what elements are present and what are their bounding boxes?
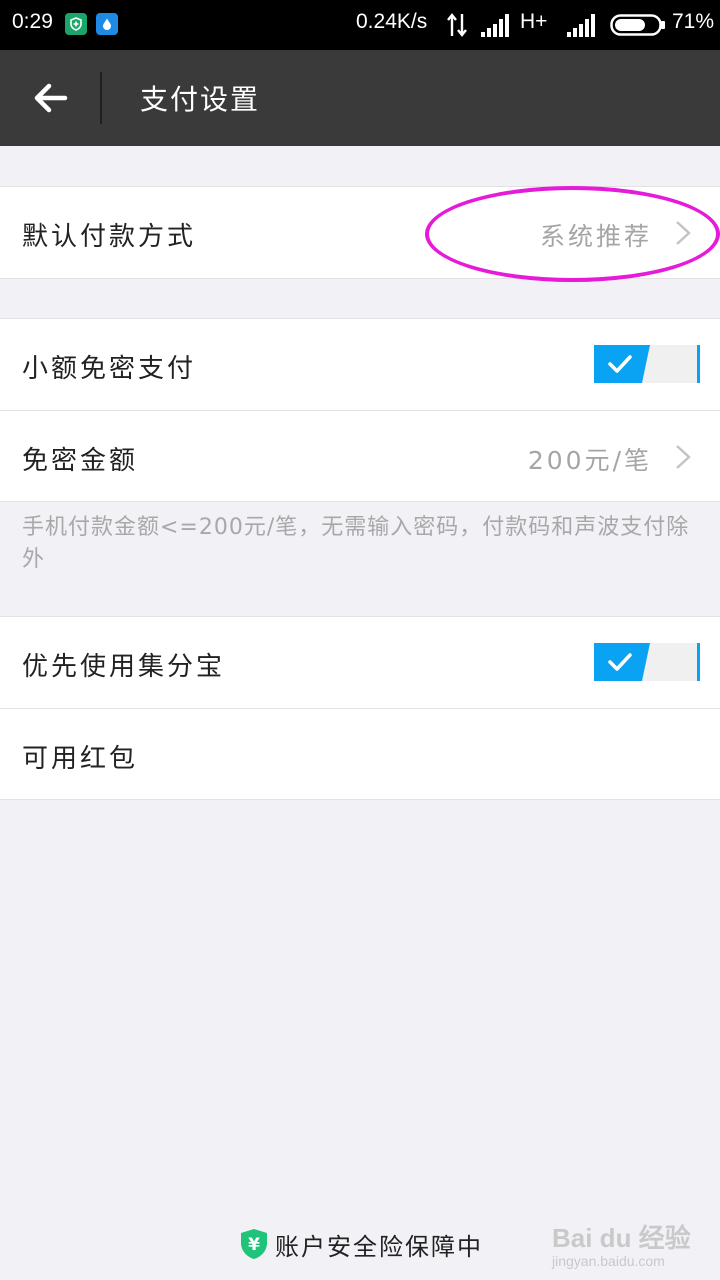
network-speed: 0.24K/s	[356, 10, 428, 33]
security-text: 账户安全险保障中	[275, 1232, 483, 1261]
default-payment-method-label: 默认付款方式	[22, 222, 197, 252]
free-amount-row[interactable]: 免密金额 200元/笔	[0, 410, 720, 501]
red-packet-label: 可用红包	[22, 744, 139, 774]
baidu-watermark: Bai du 经验 jingyan.baidu.com	[552, 1218, 691, 1269]
page-title: 支付设置	[140, 83, 261, 116]
prefer-jifenbao-toggle[interactable]	[594, 643, 700, 681]
battery-icon	[610, 14, 665, 36]
signal-strength-icon	[481, 14, 509, 37]
shield-yen-icon: ¥	[241, 1229, 267, 1259]
water-drop-app-icon	[96, 13, 118, 35]
small-amount-free-label: 小额免密支付	[22, 354, 197, 384]
preferences-group: 优先使用集分宝 可用红包	[0, 616, 720, 800]
default-payment-method-value: 系统推荐	[539, 222, 652, 251]
password-free-group: 小额免密支付 免密金额 200元/笔	[0, 318, 720, 502]
watermark-main: Bai du 经验	[552, 1223, 691, 1253]
header-divider	[100, 72, 102, 124]
data-transfer-icon	[447, 13, 467, 37]
back-arrow-icon	[34, 83, 68, 113]
small-amount-free-toggle[interactable]	[594, 345, 700, 383]
free-amount-label: 免密金额	[22, 446, 139, 476]
prefer-jifenbao-row: 优先使用集分宝	[0, 617, 720, 708]
password-free-note: 手机付款金额<=200元/笔，无需输入密码，付款码和声波支付除外	[22, 515, 690, 572]
app-header: 支付设置	[0, 50, 720, 146]
svg-text:¥: ¥	[248, 1235, 260, 1255]
red-packet-row[interactable]: 可用红包	[0, 708, 720, 799]
signal-strength-icon-2	[567, 14, 595, 37]
network-type: H+	[520, 10, 548, 33]
security-app-icon	[65, 13, 87, 35]
free-amount-value: 200元/笔	[527, 446, 652, 475]
watermark-sub: jingyan.baidu.com	[552, 1253, 665, 1269]
chevron-right-icon	[676, 445, 691, 469]
back-button[interactable]	[18, 70, 82, 126]
chevron-right-icon	[676, 221, 691, 245]
payment-method-group: 默认付款方式 系统推荐	[0, 186, 720, 279]
status-bar: 0:29 0.24K/s H+ 71%	[0, 0, 720, 50]
prefer-jifenbao-label: 优先使用集分宝	[22, 652, 226, 682]
default-payment-method-row[interactable]: 默认付款方式 系统推荐	[0, 187, 720, 278]
small-amount-free-row: 小额免密支付	[0, 319, 720, 410]
battery-percent: 71%	[672, 10, 715, 33]
status-time: 0:29	[12, 10, 53, 33]
